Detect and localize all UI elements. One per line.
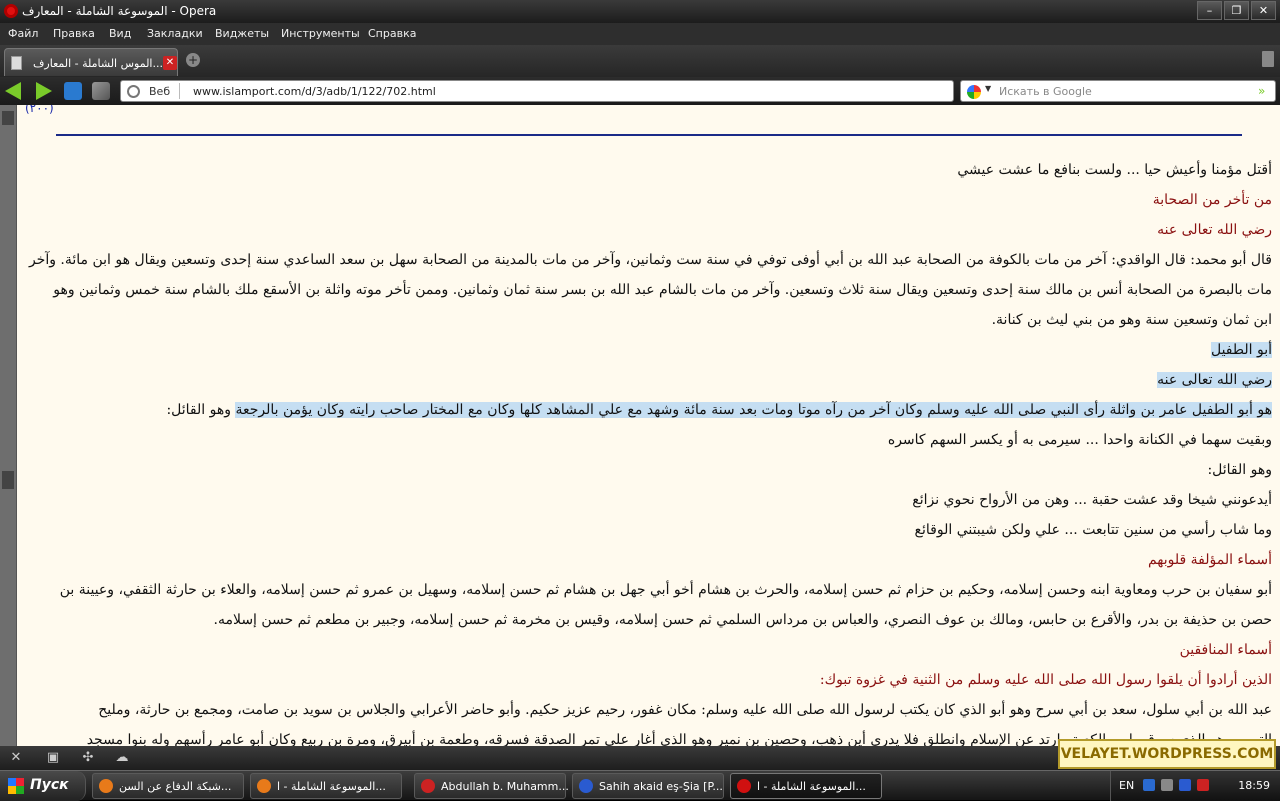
- article-line: أبو الطفيل: [1210, 339, 1272, 361]
- watermark: VELAYET.WORDPRESS.COM: [1058, 739, 1276, 769]
- task-label: شبكة الدفاع عن السن...: [119, 780, 232, 793]
- window-icon[interactable]: ▣: [45, 750, 61, 766]
- line-tail: وهو القائل:: [166, 402, 236, 418]
- app-icon: [257, 779, 271, 793]
- page-number-fragment: (۲۰۰): [25, 105, 54, 115]
- article-line: وهو القائل:: [1207, 462, 1272, 478]
- article-line: أسماء المؤلفة قلوبهم: [1147, 552, 1272, 568]
- close-panel-icon[interactable]: ✕: [8, 750, 24, 766]
- tab-close-icon[interactable]: ✕: [163, 56, 177, 70]
- article-line: أقتل مؤمنا وأعيش حيا ... ولست بنافع ما ع…: [957, 162, 1272, 178]
- menu-widgets[interactable]: Виджеты: [215, 27, 269, 40]
- selected-text[interactable]: هو أبو الطفيل عامر بن واثلة رأى النبي صل…: [235, 402, 1272, 418]
- article-line: وبقيت سهما في الكنانة واحدا ... سيرمى به…: [887, 432, 1272, 448]
- clock: 18:59: [1238, 779, 1270, 792]
- article-line: الذين أرادوا أن يلقوا رسول الله صلى الله…: [819, 672, 1272, 688]
- taskbar-task[interactable]: Abdullah b. Muhamm...: [414, 773, 569, 799]
- menu-tools[interactable]: Инструменты: [281, 27, 360, 40]
- menu-bookmarks[interactable]: Закладки: [147, 27, 203, 40]
- taskbar: Пуск شبكة الدفاع عن السن... الموسوعة الشا…: [0, 770, 1280, 801]
- selected-text[interactable]: رضي الله تعالى عنه: [1157, 372, 1272, 388]
- tab-label: الموس الشاملة - المعارف...: [33, 57, 163, 70]
- article-line: وما شاب رأسي من سنين تتابعت ... علي ولكن…: [914, 522, 1272, 538]
- horizontal-rule: [56, 134, 1242, 136]
- language-indicator[interactable]: EN: [1119, 779, 1134, 792]
- side-panel-strip[interactable]: [0, 105, 17, 746]
- menu-view[interactable]: Вид: [109, 27, 131, 40]
- article-line: رضي الله تعالى عنه: [1157, 369, 1272, 391]
- tab-bar: الموس الشاملة - المعارف... ✕ +: [0, 45, 1280, 77]
- menu-bar: Файл Правка Вид Закладки Виджеты Инструм…: [0, 23, 1280, 45]
- window-controls: – ❐ ✕: [1197, 1, 1276, 20]
- menu-file[interactable]: Файл: [8, 27, 38, 40]
- tab-active[interactable]: الموس الشاملة - المعارف... ✕: [4, 48, 178, 76]
- article-line: رضي الله تعالى عنه: [1157, 222, 1272, 238]
- app-icon: [421, 779, 435, 793]
- start-button[interactable]: Пуск: [0, 771, 86, 801]
- divider: [179, 83, 180, 99]
- search-placeholder: Искать в Google: [999, 85, 1092, 98]
- article-line: هو أبو الطفيل عامر بن واثلة رأى النبي صل…: [166, 399, 1272, 421]
- address-field[interactable]: Веб www.islamport.com/d/3/adb/1/122/702.…: [120, 80, 954, 102]
- selected-text[interactable]: أبو الطفيل: [1210, 342, 1272, 358]
- chevron-down-icon[interactable]: ▼: [985, 84, 991, 93]
- forward-button[interactable]: [36, 82, 58, 100]
- cloud-icon[interactable]: ☁: [114, 750, 130, 766]
- app-icon: [737, 779, 751, 793]
- reload-icon[interactable]: [64, 82, 82, 100]
- article-line: مات بالبصرة من الصحابة أنس بن مالك سنة إ…: [53, 282, 1272, 298]
- task-label: Sahih akaid eş-Şia [P...: [599, 780, 723, 793]
- article-line: قال أبو محمد: قال الواقدي: آخر من مات با…: [25, 252, 1272, 268]
- article-line: أسماء المنافقين: [1179, 642, 1272, 658]
- globe-icon: [127, 85, 140, 98]
- google-icon[interactable]: [967, 85, 981, 99]
- window-title: الموسوعة الشاملة - المعارف - Opera: [22, 4, 217, 18]
- close-window-button[interactable]: ✕: [1251, 1, 1276, 20]
- article-line: أبو سفيان بن حرب ومعاوية ابنه وحسن إسلام…: [59, 582, 1272, 598]
- taskbar-task[interactable]: شبكة الدفاع عن السن...: [92, 773, 244, 799]
- back-arrow-icon: [5, 82, 21, 100]
- trash-icon[interactable]: [1262, 51, 1274, 67]
- menu-edit[interactable]: Правка: [53, 27, 95, 40]
- address-toolbar: Веб www.islamport.com/d/3/adb/1/122/702.…: [0, 77, 1280, 105]
- article-line: عبد الله بن أبي سلول، سعد بن أبي سرح وهو…: [98, 702, 1272, 718]
- window-titlebar: الموسوعة الشاملة - المعارف - Opera – ❐ ✕: [0, 0, 1280, 23]
- maximize-button[interactable]: ❐: [1224, 1, 1249, 20]
- wand-icon[interactable]: [92, 82, 110, 100]
- search-go-icon[interactable]: »: [1258, 84, 1272, 98]
- display-icon[interactable]: [1161, 779, 1173, 791]
- panel-toggle-icon[interactable]: [2, 111, 14, 125]
- article-line: ابن ثمان وتسعين سنة وهو من بني ليث بن كن…: [991, 312, 1272, 328]
- menu-help[interactable]: Справка: [368, 27, 416, 40]
- taskbar-task[interactable]: الموسوعة الشاملة - ا...: [250, 773, 402, 799]
- task-label: الموسوعة الشاملة - ا...: [757, 780, 866, 793]
- taskbar-task[interactable]: Sahih akaid eş-Şia [P...: [572, 773, 724, 799]
- taskbar-task[interactable]: الموسوعة الشاملة - ا...: [730, 773, 882, 799]
- url-text[interactable]: www.islamport.com/d/3/adb/1/122/702.html: [193, 85, 436, 98]
- panel-grip-icon[interactable]: [2, 471, 14, 489]
- search-field[interactable]: ▼ Искать в Google »: [960, 80, 1276, 102]
- security-icon[interactable]: [1197, 779, 1209, 791]
- bluetooth-icon[interactable]: [1179, 779, 1191, 791]
- minimize-button[interactable]: –: [1197, 1, 1222, 20]
- page-content: (۲۰۰) أقتل مؤمنا وأعيش حيا ... ولست بناف…: [17, 105, 1280, 746]
- task-label: الموسوعة الشاملة - ا...: [277, 780, 386, 793]
- back-button[interactable]: [5, 82, 27, 100]
- app-icon: [579, 779, 593, 793]
- windows-logo-icon: [8, 778, 24, 794]
- address-mode-label: Веб: [149, 85, 171, 98]
- system-tray: EN 18:59: [1110, 771, 1280, 801]
- new-tab-icon[interactable]: +: [186, 53, 200, 67]
- forward-arrow-icon: [36, 82, 52, 100]
- task-label: Abdullah b. Muhamm...: [441, 780, 569, 793]
- article-line: من تأخر من الصحابة: [1152, 192, 1272, 208]
- opera-logo-icon[interactable]: [4, 4, 18, 18]
- page-icon: [11, 56, 22, 70]
- article-line: حصن بن حذيفة بن بدر، والأقرع بن حابس، وم…: [213, 612, 1272, 628]
- sync-icon[interactable]: ✣: [80, 750, 96, 766]
- article-line: أيدعونني شيخا وقد عشت حقبة ... وهن من ال…: [912, 492, 1272, 508]
- network-icon[interactable]: [1143, 779, 1155, 791]
- start-label: Пуск: [30, 777, 69, 793]
- app-icon: [99, 779, 113, 793]
